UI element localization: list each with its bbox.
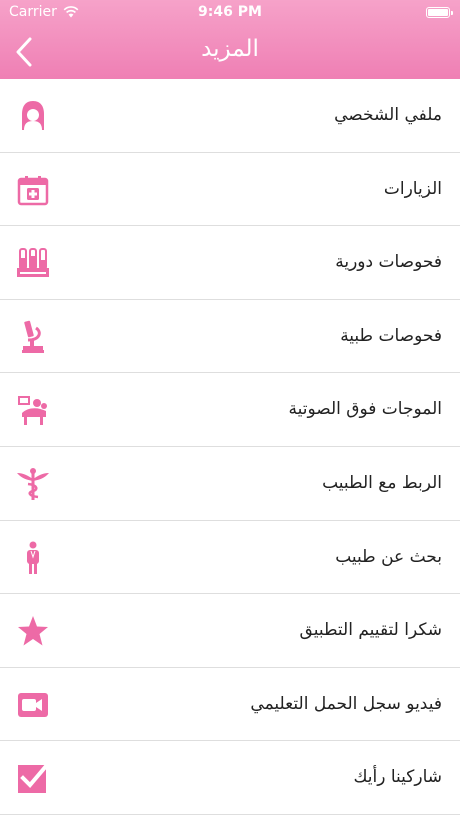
caduceus-icon — [16, 467, 50, 501]
menu-item-label: فحوصات طبية — [340, 325, 442, 346]
menu-item-label: الزيارات — [383, 178, 442, 199]
menu-item-label: الموجات فوق الصوتية — [288, 399, 442, 420]
star-icon — [16, 614, 50, 648]
menu-item-label: الربط مع الطبيب — [322, 472, 442, 493]
menu-item-feedback[interactable]: شاركينا رأيك — [0, 741, 460, 815]
profile-icon — [16, 99, 50, 133]
header: Carrier 9:46 PM المزيد — [0, 0, 460, 79]
page-title: المزيد — [201, 36, 259, 62]
checkbox-icon — [16, 761, 50, 795]
menu-item-find-doctor[interactable]: بحث عن طبيب — [0, 521, 460, 595]
menu-item-label: بحث عن طبيب — [335, 546, 442, 567]
battery-icon — [426, 7, 453, 18]
status-time: 9:46 PM — [198, 4, 262, 20]
menu-item-label: فيديو سجل الحمل التعليمي — [250, 693, 442, 714]
menu-item-video[interactable]: فيديو سجل الحمل التعليمي — [0, 668, 460, 742]
menu-item-label: شاركينا رأيك — [353, 767, 442, 788]
menu-item-ultrasound[interactable]: الموجات فوق الصوتية — [0, 373, 460, 447]
menu-item-label: شكرا لتقييم التطبيق — [299, 620, 442, 641]
menu-item-label: ملفي الشخصي — [334, 105, 442, 125]
status-bar: Carrier 9:46 PM — [0, 0, 460, 24]
menu-item-periodic-tests[interactable]: فحوصات دورية — [0, 226, 460, 300]
calendar-icon — [16, 173, 50, 207]
menu-item-visits[interactable]: الزيارات — [0, 153, 460, 227]
test-tubes-icon — [16, 246, 50, 280]
microscope-icon — [16, 320, 50, 354]
menu-item-link-doctor[interactable]: الربط مع الطبيب — [0, 447, 460, 521]
video-icon — [16, 688, 50, 722]
doctor-icon — [16, 541, 50, 575]
menu-item-label: فحوصات دورية — [335, 252, 442, 273]
menu-item-rate-app[interactable]: شكرا لتقييم التطبيق — [0, 594, 460, 668]
ultrasound-icon — [16, 393, 50, 427]
menu-item-medical-tests[interactable]: فحوصات طبية — [0, 300, 460, 374]
nav-bar: المزيد — [0, 24, 460, 79]
menu-item-profile[interactable]: ملفي الشخصي — [0, 79, 460, 153]
menu-list: ملفي الشخصي الزيارات فحوصات دورية فحوصات… — [0, 79, 460, 815]
